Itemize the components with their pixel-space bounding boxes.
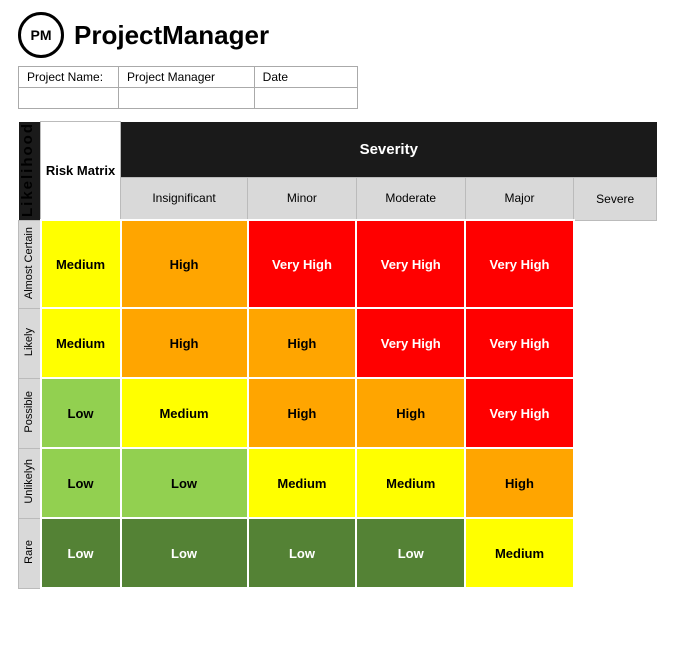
- cell-r4-c0: Low: [41, 518, 121, 588]
- logo-icon: PM: [18, 12, 64, 58]
- cell-r4-c1: Low: [121, 518, 248, 588]
- cell-r0-c3: Very High: [356, 220, 465, 308]
- cell-r0-c1: High: [121, 220, 248, 308]
- cell-r2-c1: Medium: [121, 378, 248, 448]
- cell-r0-c2: Very High: [248, 220, 357, 308]
- project-name-label: Project Name:: [19, 67, 119, 88]
- project-name-value[interactable]: [19, 88, 119, 109]
- cell-r3-c4: High: [465, 448, 574, 518]
- cell-r0-c0: Medium: [41, 220, 121, 308]
- cell-r0-c4: Very High: [465, 220, 574, 308]
- date-label: Date: [254, 67, 357, 88]
- risk-matrix-title: Risk Matrix: [41, 122, 121, 221]
- project-info: Project Name: Project Manager Date: [18, 66, 657, 109]
- app-name: ProjectManager: [74, 20, 269, 51]
- cell-r4-c2: Low: [248, 518, 357, 588]
- cell-r1-c3: Very High: [356, 308, 465, 378]
- row-label-0: Almost Certain: [19, 220, 41, 308]
- risk-matrix: Likelihood Risk Matrix Severity Insignif…: [18, 121, 657, 589]
- cell-r1-c0: Medium: [41, 308, 121, 378]
- cell-r2-c4: Very High: [465, 378, 574, 448]
- likelihood-label: Likelihood: [19, 122, 36, 217]
- col-insignificant: Insignificant: [121, 177, 248, 220]
- cell-r3-c2: Medium: [248, 448, 357, 518]
- row-label-2: Possible: [19, 378, 41, 448]
- project-manager-label: Project Manager: [119, 67, 255, 88]
- row-label-4: Rare: [19, 518, 41, 588]
- cell-r3-c3: Medium: [356, 448, 465, 518]
- header: PM ProjectManager: [0, 0, 675, 66]
- row-label-3: Unlikelyh: [19, 448, 41, 518]
- project-manager-value[interactable]: [119, 88, 255, 109]
- cell-r2-c2: High: [248, 378, 357, 448]
- severity-header: Severity: [121, 122, 657, 178]
- cell-r2-c3: High: [356, 378, 465, 448]
- cell-r2-c0: Low: [41, 378, 121, 448]
- cell-r1-c4: Very High: [465, 308, 574, 378]
- likelihood-label-cell: Likelihood: [19, 122, 41, 221]
- cell-r1-c2: High: [248, 308, 357, 378]
- cell-r4-c3: Low: [356, 518, 465, 588]
- col-moderate: Moderate: [356, 177, 465, 220]
- date-value[interactable]: [254, 88, 357, 109]
- cell-r4-c4: Medium: [465, 518, 574, 588]
- col-minor: Minor: [248, 177, 357, 220]
- col-severe: Severe: [574, 177, 657, 220]
- cell-r3-c0: Low: [41, 448, 121, 518]
- col-major: Major: [465, 177, 574, 220]
- cell-r1-c1: High: [121, 308, 248, 378]
- row-label-1: Likely: [19, 308, 41, 378]
- cell-r3-c1: Low: [121, 448, 248, 518]
